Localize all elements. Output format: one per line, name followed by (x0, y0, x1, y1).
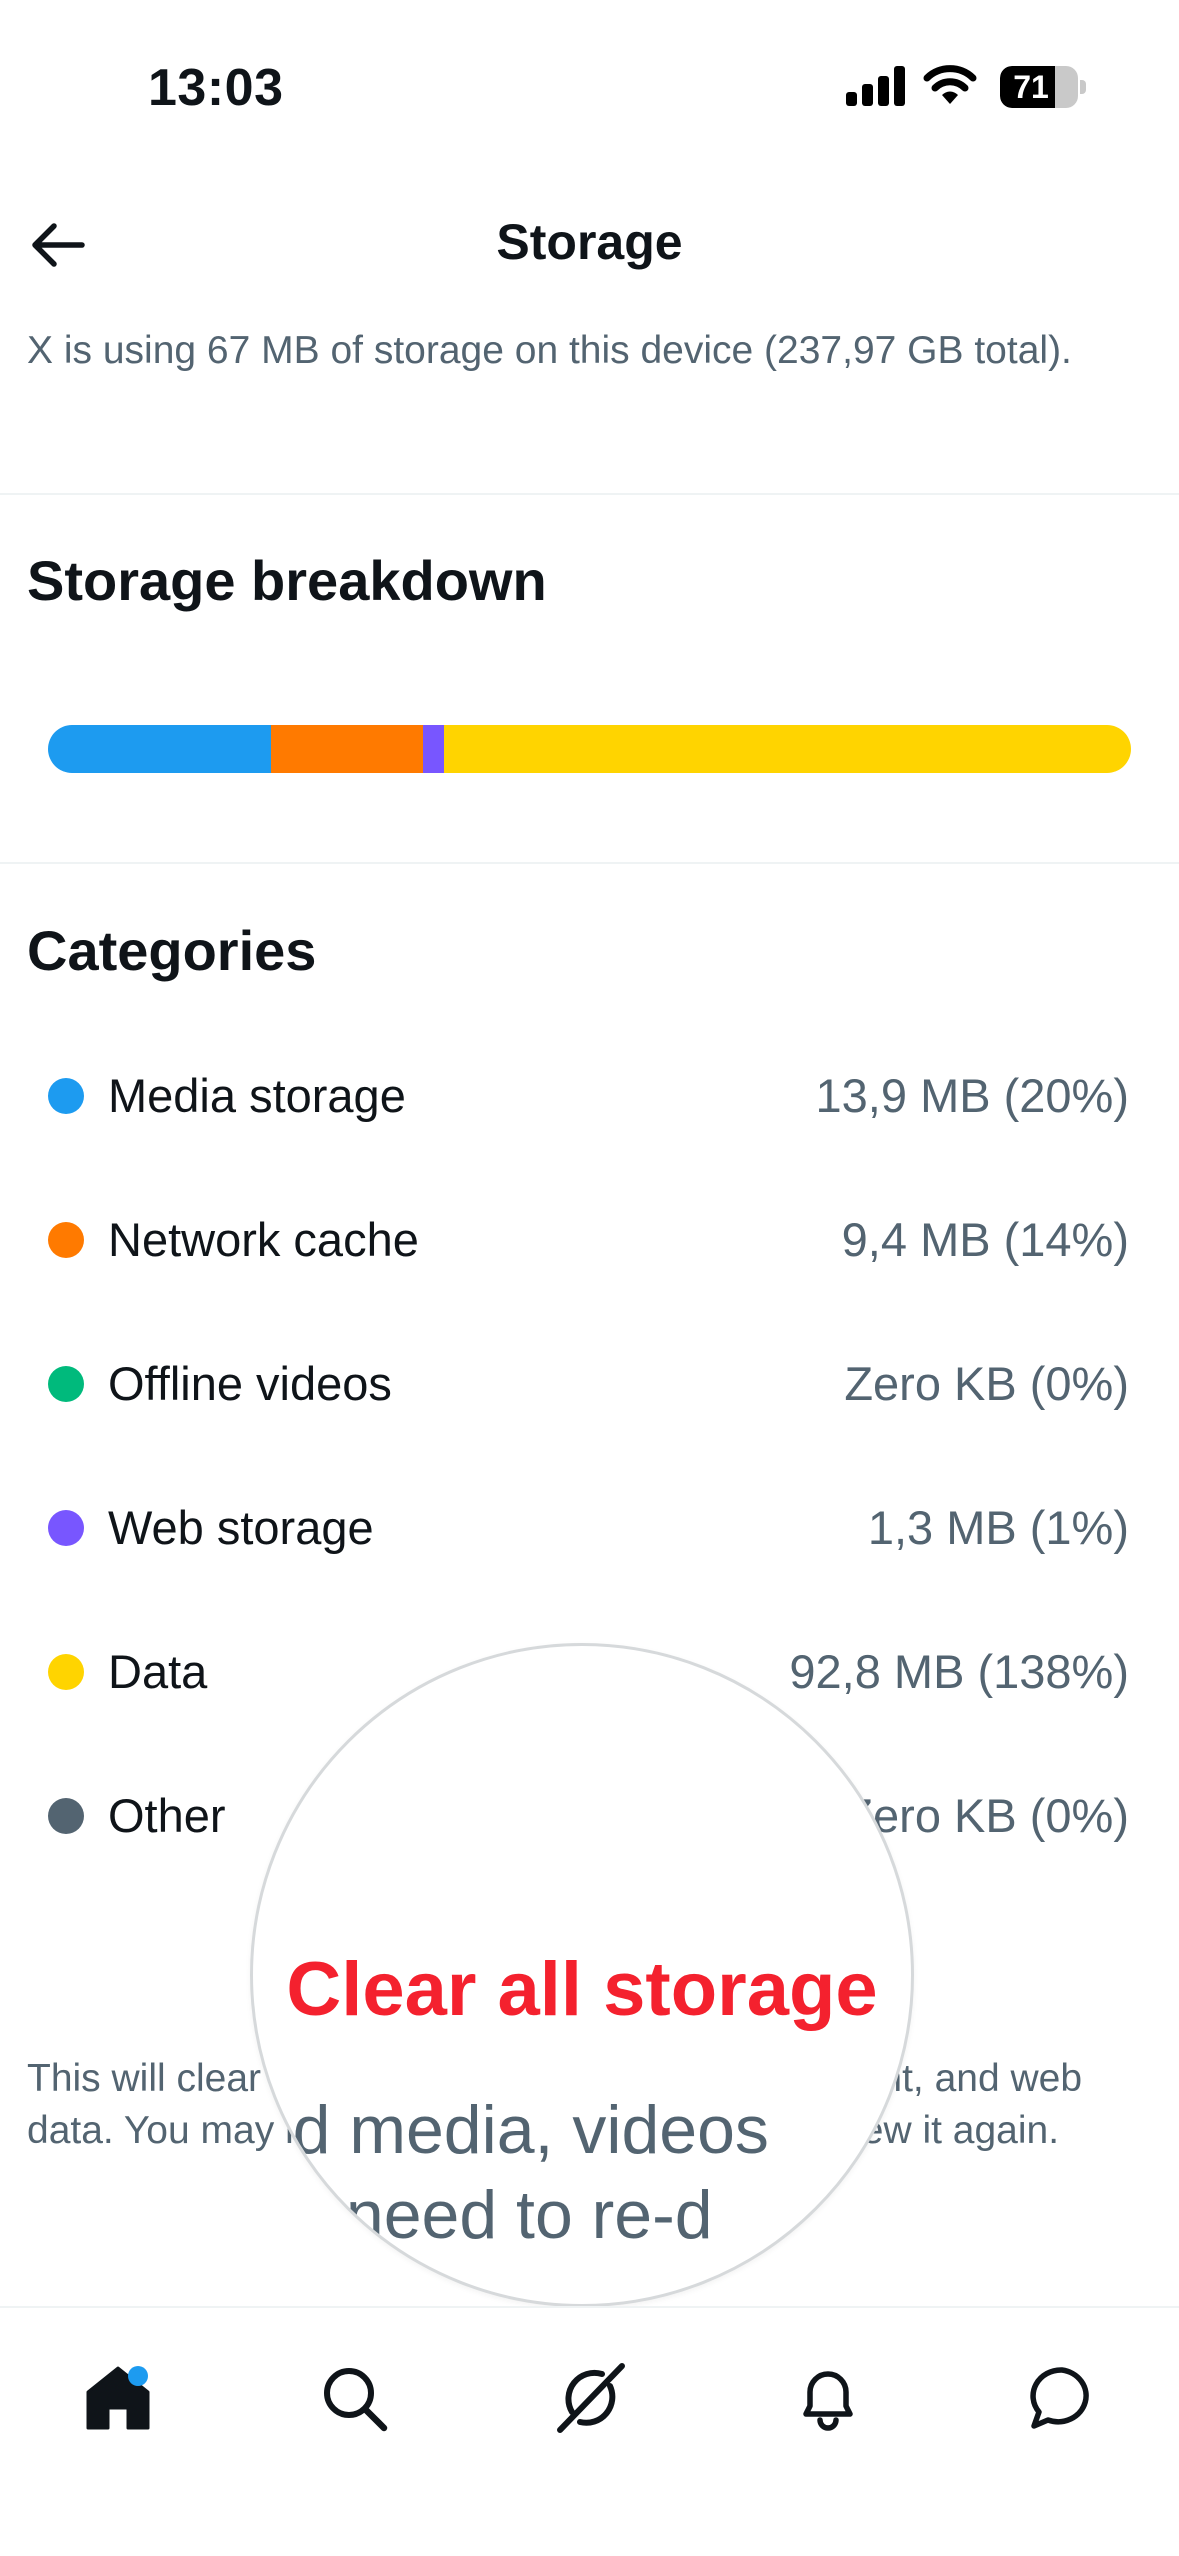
category-value: 92,8 MB (138%) (789, 1645, 1129, 1698)
category-label: Network cache (108, 1213, 419, 1266)
magnifier-loupe: Clear all storage ched media, videos y n… (250, 1643, 914, 2307)
battery-icon: 71 (1000, 66, 1078, 108)
tab-home[interactable] (68, 2348, 168, 2448)
category-row-network-cache: Network cache 9,4 MB (14%) (0, 1200, 1179, 1280)
storage-breakdown-bar (48, 725, 1131, 773)
divider (0, 862, 1179, 864)
tab-notifications[interactable] (778, 2348, 878, 2448)
battery-tip (1080, 80, 1086, 94)
category-color-dot (48, 1078, 84, 1114)
bottom-tab-bar (0, 2306, 1179, 2556)
nav-header: Storage (0, 195, 1179, 295)
page-title: Storage (496, 214, 683, 270)
message-icon (1030, 2367, 1089, 2429)
category-color-dot (48, 1366, 84, 1402)
category-row-offline-videos: Offline videos Zero KB (0%) (0, 1344, 1179, 1424)
battery-level: 71 (1013, 69, 1049, 105)
category-color-dot (48, 1510, 84, 1546)
category-color-dot (48, 1222, 84, 1258)
tab-messages[interactable] (1012, 2348, 1112, 2448)
category-label: Media storage (108, 1069, 406, 1122)
category-value: Zero KB (0%) (844, 1357, 1129, 1410)
storage-segment-network-cache (271, 725, 423, 773)
storage-segment-media-storage (48, 725, 272, 773)
category-label: Other (108, 1789, 226, 1842)
category-value: Zero KB (0%) (844, 1789, 1129, 1842)
search-icon (324, 2368, 388, 2432)
category-value: 1,3 MB (1%) (867, 1501, 1129, 1554)
storage-segment-web-storage (422, 725, 445, 773)
category-row-media-storage: Media storage 13,9 MB (20%) (0, 1056, 1179, 1136)
clear-all-storage-button[interactable]: Clear all storage (253, 1946, 911, 2033)
category-value: 13,9 MB (20%) (815, 1069, 1129, 1122)
category-label: Data (108, 1645, 208, 1698)
wifi-icon (923, 65, 977, 104)
magnified-description-line: y need to re-d (293, 2177, 713, 2253)
grok-icon (557, 2363, 625, 2433)
tab-search[interactable] (304, 2348, 404, 2448)
category-label: Web storage (108, 1501, 374, 1554)
category-color-dot (48, 1798, 84, 1834)
bell-icon (803, 2371, 853, 2431)
status-time: 13:03 (148, 59, 284, 117)
notification-badge (128, 2366, 148, 2386)
status-bar: 13:03 71 (0, 0, 1179, 175)
storage-usage-text: X is using 67 MB of storage on this devi… (27, 329, 1072, 372)
divider (0, 493, 1179, 495)
category-row-web-storage: Web storage 1,3 MB (1%) (0, 1488, 1179, 1568)
category-value: 9,4 MB (14%) (841, 1213, 1129, 1266)
storage-segment-data (444, 725, 1131, 773)
category-color-dot (48, 1654, 84, 1690)
category-label: Offline videos (108, 1357, 392, 1410)
categories-heading: Categories (27, 919, 317, 982)
signal-icon (846, 66, 906, 106)
storage-breakdown-heading: Storage breakdown (27, 549, 547, 612)
magnified-description-line: ched media, videos (253, 2092, 769, 2168)
tab-grok[interactable] (540, 2348, 640, 2448)
